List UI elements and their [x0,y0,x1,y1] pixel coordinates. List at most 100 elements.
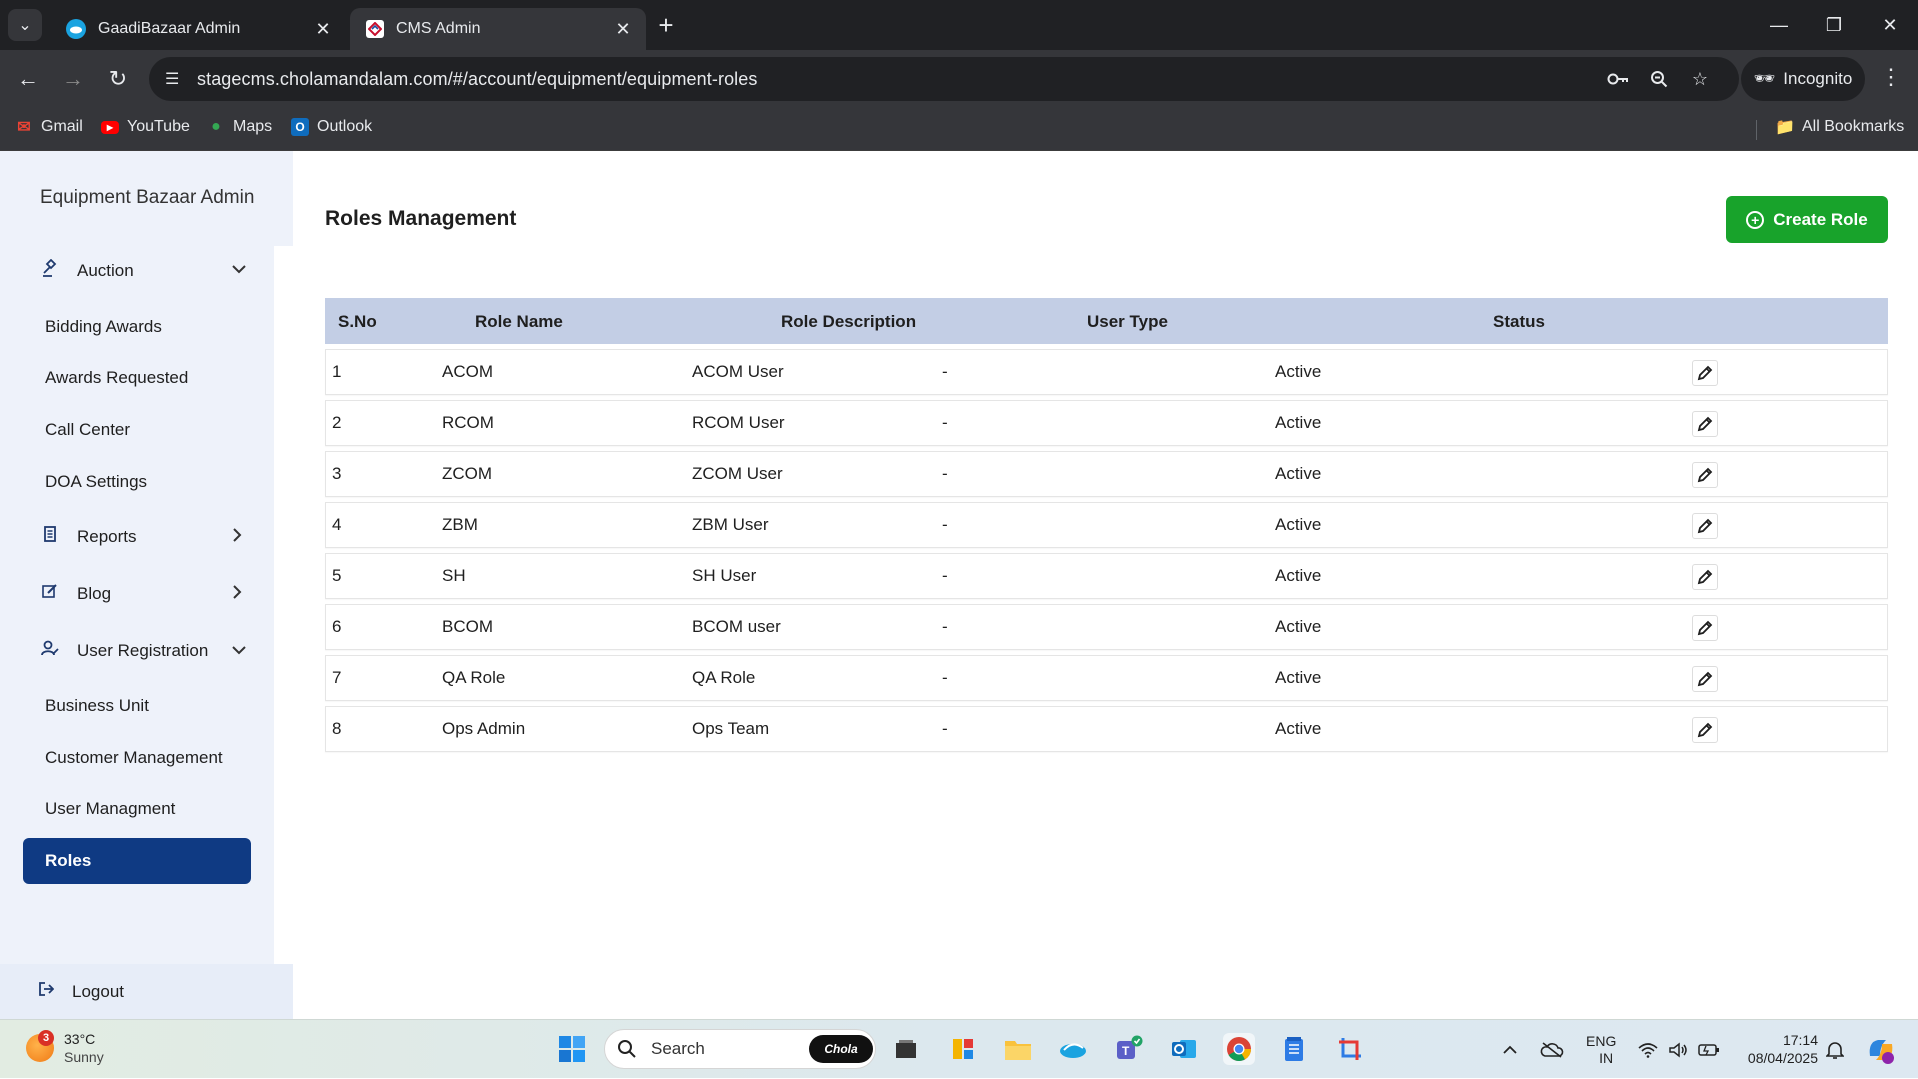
incognito-indicator[interactable]: 🕶 Incognito [1741,57,1865,101]
edit-role-button[interactable] [1692,360,1718,386]
weather-badge: 3 [38,1030,54,1046]
cloud-app-icon[interactable] [1057,1033,1089,1065]
nav-customer-management[interactable]: Customer Management [45,748,223,768]
snipping-tool-icon[interactable] [1334,1033,1366,1065]
task-view-icon[interactable] [890,1033,922,1065]
forward-button[interactable]: → [58,64,88,94]
cell-sno: 4 [332,515,342,534]
site-settings-icon[interactable]: ☰ [165,69,185,89]
col-sno: S.No [338,312,377,331]
bookmark-gmail[interactable]: ✉ Gmail [15,118,82,136]
pencil-icon [1697,365,1713,381]
table-row: 7 QA Role QA Role - Active [325,655,1888,701]
outlook-icon: O [291,118,309,136]
onedrive-offline-icon[interactable] [1540,1020,1564,1079]
edit-role-button[interactable] [1692,462,1718,488]
nav-auction[interactable]: Auction [40,258,246,282]
nav-roles-active[interactable]: Roles [23,838,251,884]
cell-role-name: ZBM [442,515,478,534]
weather-widget[interactable]: 3 33°C Sunny [26,1030,104,1066]
close-window-button[interactable]: ✕ [1862,0,1918,50]
close-tab-icon[interactable]: ✕ [612,18,634,40]
cell-role-name: SH [442,566,466,585]
minimize-button[interactable]: — [1751,0,1807,50]
bookmark-star-icon[interactable]: ☆ [1687,68,1713,90]
cell-user-type: - [942,515,948,534]
nav-user-registration[interactable]: User Registration [40,640,246,661]
system-tray-status[interactable] [1638,1020,1720,1079]
cell-role-name: QA Role [442,668,506,687]
notifications-bell-icon[interactable] [1826,1020,1844,1079]
nav-call-center[interactable]: Call Center [45,420,130,440]
clock[interactable]: 17:14 08/04/2025 [1738,1031,1818,1067]
nav-bidding-awards[interactable]: Bidding Awards [45,317,162,337]
nav-awards-requested[interactable]: Awards Requested [45,368,188,388]
bookmarks-divider [1756,120,1757,140]
cell-status: Active [1275,719,1322,738]
create-role-button[interactable]: + Create Role [1726,196,1888,243]
back-button[interactable]: ← [13,64,43,94]
widgets-icon[interactable] [947,1033,979,1065]
youtube-icon: ▶ [101,120,119,134]
chevron-right-icon [232,528,242,547]
svg-text:T: T [1122,1044,1130,1058]
cell-user-type: - [942,719,948,738]
temperature: 33°C [64,1031,96,1047]
windows-start-icon[interactable] [556,1033,588,1065]
browser-tab-gaadibazaar[interactable]: GaadiBazaar Admin ✕ [50,8,346,50]
show-hidden-icons[interactable] [1502,1020,1518,1079]
edit-role-button[interactable] [1692,717,1718,743]
outlook-taskbar-icon[interactable] [1168,1033,1200,1065]
plus-circle-icon: + [1746,210,1765,229]
page-title: Roles Management [325,207,517,230]
report-icon [40,526,60,547]
cell-user-type: - [942,617,948,636]
reload-button[interactable]: ↻ [103,64,133,94]
bookmark-outlook[interactable]: O Outlook [291,118,372,136]
table-body: 1 ACOM ACOM User - Active 2 RCOM RCOM User - Acti… [325,349,1888,752]
table-row: 6 BCOM BCOM user - Active [325,604,1888,650]
nav-blog[interactable]: Blog [40,583,242,604]
new-tab-button[interactable]: + [652,12,680,40]
nav-business-unit[interactable]: Business Unit [45,696,149,716]
cell-status: Active [1275,464,1322,483]
restore-button[interactable]: ❐ [1806,0,1862,50]
close-tab-icon[interactable]: ✕ [312,18,334,40]
edit-role-button[interactable] [1692,513,1718,539]
nav-user-registration-label: User Registration [77,640,209,660]
teams-icon[interactable]: T [1113,1033,1145,1065]
bookmark-youtube[interactable]: ▶ YouTube [101,118,190,136]
all-bookmarks[interactable]: 📁 All Bookmarks [1775,118,1904,136]
language-indicator[interactable]: ENG IN [1586,1020,1616,1079]
logout-button[interactable]: Logout [0,964,293,1019]
edit-role-button[interactable] [1692,615,1718,641]
user-edit-icon [40,640,60,661]
sidebar-gutter [274,246,293,1019]
nav-reports[interactable]: Reports [40,526,242,547]
tab-search-button[interactable]: ⌄ [8,9,42,41]
chevron-down-icon: ⌄ [18,17,32,34]
edit-role-button[interactable] [1692,666,1718,692]
pencil-icon [1697,671,1713,687]
more-options-icon[interactable]: ⋮ [1880,64,1902,90]
taskbar-search[interactable]: Search Chola [604,1029,876,1069]
edit-role-button[interactable] [1692,564,1718,590]
cell-role-description: QA Role [692,668,756,687]
edit-role-button[interactable] [1692,411,1718,437]
nav-doa-settings[interactable]: DOA Settings [45,472,147,492]
copilot-icon[interactable] [1866,1020,1896,1079]
notepad-icon[interactable] [1278,1033,1310,1065]
browser-tab-cms-admin[interactable]: CMS Admin ✕ [350,8,646,50]
chola-favicon-icon [366,20,384,38]
cell-status: Active [1275,668,1322,687]
password-key-icon[interactable] [1605,68,1631,90]
zoom-icon[interactable] [1646,68,1672,90]
file-explorer-icon[interactable] [1002,1033,1034,1065]
bookmark-maps[interactable]: ● Maps [207,118,272,136]
bookmark-label: YouTube [127,118,190,135]
address-bar[interactable]: ☰ stagecms.cholamandalam.com/#/account/e… [149,57,1739,101]
gmail-icon: ✉ [17,119,31,136]
nav-user-management[interactable]: User Managment [45,799,175,819]
chrome-icon[interactable] [1223,1033,1255,1065]
clock-time: 17:14 [1782,1032,1818,1048]
